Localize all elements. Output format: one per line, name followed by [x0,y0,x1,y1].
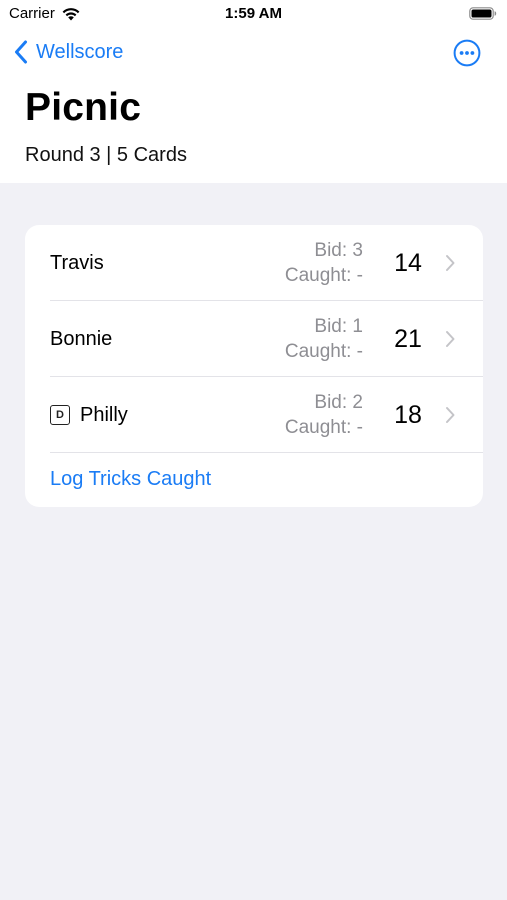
player-score: 18 [394,401,422,429]
row-divider [50,452,483,453]
status-bar: Carrier 1:59 AM [0,0,507,28]
player-name: Travis [50,251,104,274]
player-bid: Bid: 2 [314,392,363,413]
player-stats: Bid: 2 Caught: - [285,390,363,440]
chevron-right-icon [446,407,455,423]
players-card: Travis Bid: 3 Caught: - 14 Bonnie Bid: 1… [25,225,483,507]
player-row-travis[interactable]: Travis Bid: 3 Caught: - 14 [25,225,483,301]
player-name-wrap: Bonnie [50,301,112,377]
battery-icon [469,7,497,20]
chevron-right-icon [446,255,455,271]
chevron-right-icon [446,331,455,347]
chevron-left-icon [15,40,27,64]
back-button[interactable]: Wellscore [14,38,123,66]
back-button-label: Wellscore [36,40,124,63]
log-tricks-caught-button[interactable]: Log Tricks Caught [50,468,211,491]
player-stats: Bid: 3 Caught: - [285,238,363,288]
page-title: Picnic [25,86,142,129]
player-name-wrap: Travis [50,225,104,301]
player-caught: Caught: - [284,265,363,286]
round-info: Round 3 | 5 Cards [25,144,187,166]
dealer-badge-icon: D [50,405,70,425]
header-area: Carrier 1:59 AM Wellscore Picnic Round 3… [0,0,507,183]
player-score: 21 [394,325,422,353]
player-name: Philly [80,403,128,426]
status-time: 1:59 AM [225,5,282,22]
player-score: 14 [394,249,422,277]
player-bid: Bid: 1 [314,316,363,337]
player-name: Bonnie [50,327,113,350]
more-options-icon[interactable] [453,39,481,67]
player-caught: Caught: - [284,341,363,362]
player-stats: Bid: 1 Caught: - [285,314,363,364]
player-row-bonnie[interactable]: Bonnie Bid: 1 Caught: - 21 [25,301,483,377]
player-name-wrap: D Philly [50,377,128,453]
player-bid: Bid: 3 [314,240,363,261]
player-row-philly[interactable]: D Philly Bid: 2 Caught: - 18 [25,377,483,453]
player-caught: Caught: - [284,417,363,438]
screen: Carrier 1:59 AM Wellscore Picnic Round 3… [0,0,507,900]
